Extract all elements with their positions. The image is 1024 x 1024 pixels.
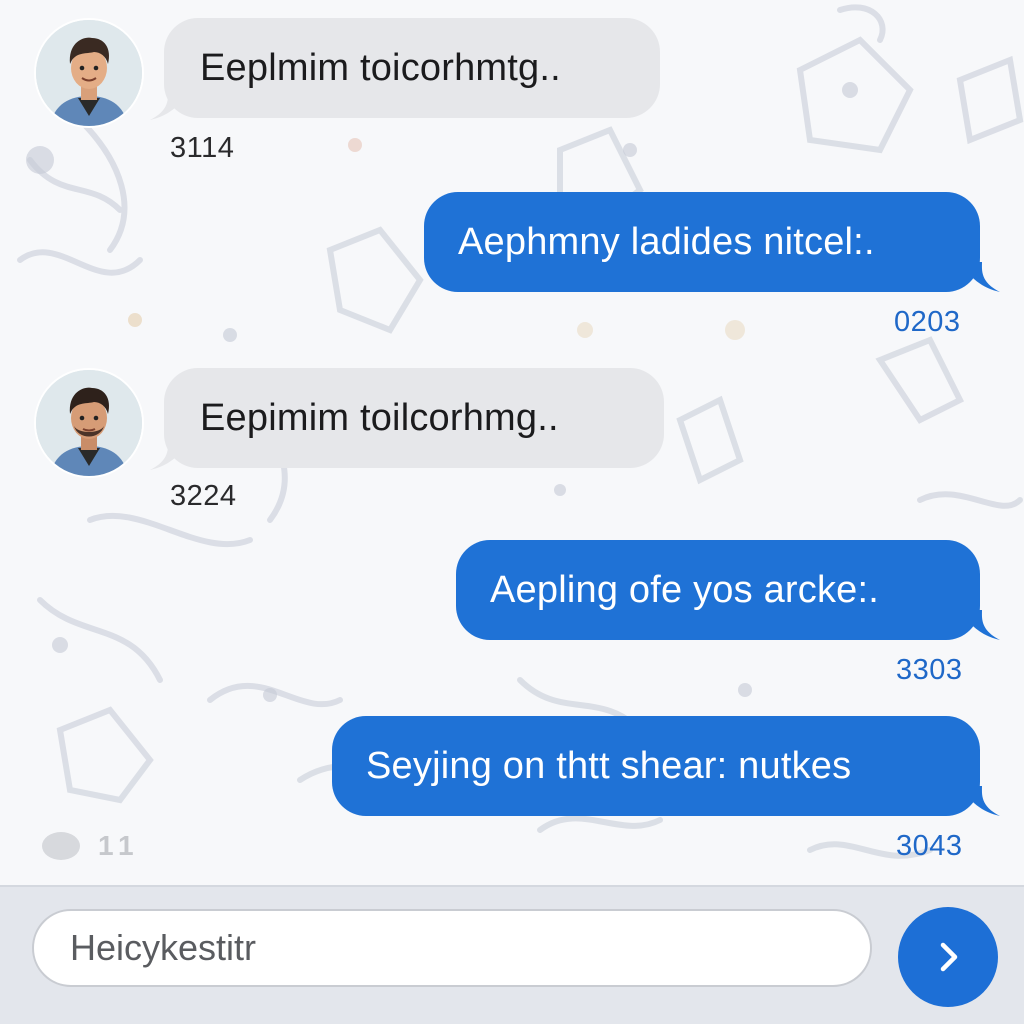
outgoing-message-bubble[interactable]: Aepling ofe yos arcke:. xyxy=(456,540,1000,640)
outgoing-message-bubble[interactable]: Seyjing on thtt shear: nutkes xyxy=(332,716,1000,816)
message-text: Eeplmim toicorhmtg.. xyxy=(200,46,561,89)
message-timestamp: 3303 xyxy=(896,654,963,686)
bubble-tail xyxy=(960,610,1000,640)
outgoing-message-bubble[interactable]: Aephmny ladides nitcel:. xyxy=(424,192,1000,292)
contact-avatar[interactable] xyxy=(36,370,142,476)
message-text: Eepimim toilcorhmg.. xyxy=(200,396,559,439)
message-text: Aephmny ladides nitcel:. xyxy=(458,220,875,263)
message-input[interactable] xyxy=(32,909,872,987)
bubble-tail xyxy=(960,262,1000,292)
typing-count: 11 xyxy=(98,830,140,861)
contact-avatar[interactable] xyxy=(36,20,142,126)
message-timestamp: 3224 xyxy=(170,480,237,512)
message-timestamp: 3114 xyxy=(170,132,235,164)
message-text: Seyjing on thtt shear: nutkes xyxy=(366,744,852,787)
message-timestamp: 3043 xyxy=(896,830,963,862)
message-composer xyxy=(0,885,1024,1024)
message-text: Aepling ofe yos arcke:. xyxy=(490,568,880,611)
typing-indicator: 11 xyxy=(42,830,140,862)
chevron-right-icon xyxy=(940,942,958,972)
person-avatar-icon xyxy=(36,370,142,476)
person-avatar-icon xyxy=(36,20,142,126)
message-timestamp: 0203 xyxy=(894,306,961,338)
chat-thread: Eeplmim toicorhmtg.. 3114 Aephmny ladide… xyxy=(0,0,1024,885)
bubble-tail xyxy=(150,440,190,470)
bubble-tail xyxy=(960,786,1000,816)
bubble-tail xyxy=(150,90,190,120)
typing-dot xyxy=(42,832,80,860)
incoming-message-bubble[interactable]: Eeplmim toicorhmtg.. xyxy=(150,18,660,120)
send-button[interactable] xyxy=(898,907,998,1007)
incoming-message-bubble[interactable]: Eepimim toilcorhmg.. xyxy=(150,368,664,470)
